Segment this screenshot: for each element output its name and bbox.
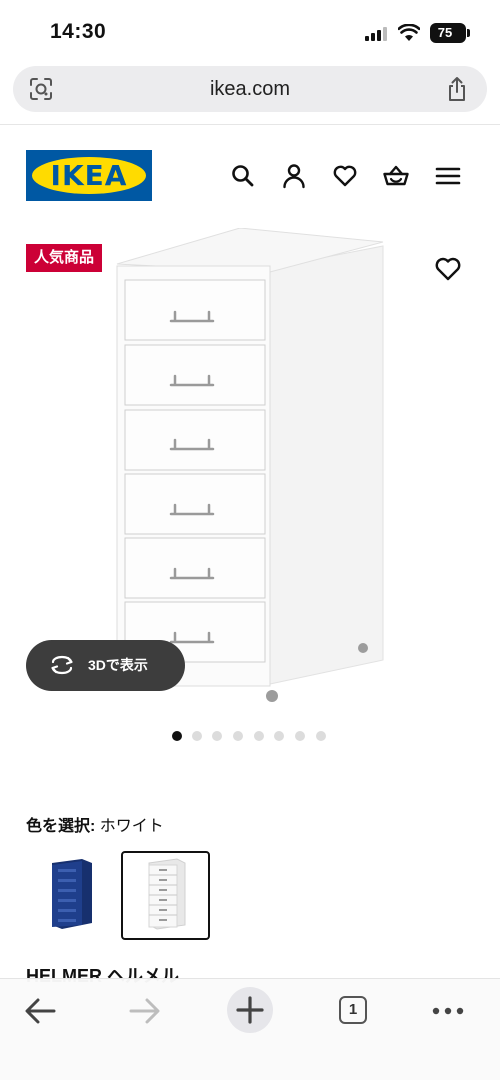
carousel-dot[interactable] xyxy=(316,731,326,741)
signal-icon xyxy=(365,27,387,41)
new-tab-button[interactable] xyxy=(227,987,273,1033)
color-label-prefix: 色を選択: xyxy=(26,818,96,835)
carousel-dot[interactable] xyxy=(274,731,284,741)
share-icon[interactable] xyxy=(445,76,469,102)
tabs-button[interactable]: 1 xyxy=(339,996,367,1024)
divider xyxy=(0,124,500,125)
status-bar: 14:30 75 xyxy=(0,0,500,62)
back-arrow-icon[interactable] xyxy=(18,989,62,1033)
carousel-dot[interactable] xyxy=(212,731,222,741)
carousel-dot[interactable] xyxy=(172,731,182,741)
battery-icon: 75 xyxy=(430,23,470,43)
carousel-dot[interactable] xyxy=(295,731,305,741)
menu-icon[interactable] xyxy=(435,163,461,189)
more-icon[interactable] xyxy=(426,989,470,1033)
ikea-logo[interactable]: IKEA xyxy=(26,150,152,201)
url-text[interactable]: ikea.com xyxy=(13,66,487,112)
browser-toolbar: 1 xyxy=(0,978,500,1080)
forward-arrow-icon[interactable] xyxy=(123,989,167,1033)
color-swatch-white[interactable] xyxy=(121,851,210,940)
carousel-dot[interactable] xyxy=(233,731,243,741)
wifi-icon xyxy=(398,24,420,41)
color-swatch-blue[interactable] xyxy=(26,851,115,940)
favorite-heart-icon[interactable] xyxy=(434,256,462,282)
popular-badge: 人気商品 xyxy=(26,244,103,272)
selected-color-name: ホワイト xyxy=(99,818,164,835)
status-time: 14:30 xyxy=(50,20,107,43)
color-selection-label: 色を選択: ホワイト xyxy=(26,812,164,836)
view-in-3d-label: 3Dで表示 xyxy=(88,657,148,673)
address-bar[interactable]: ikea.com xyxy=(13,66,487,112)
heart-icon[interactable] xyxy=(332,163,358,189)
user-icon[interactable] xyxy=(281,163,307,189)
product-image[interactable] xyxy=(115,228,390,708)
search-icon[interactable] xyxy=(230,163,256,189)
image-carousel-dots[interactable] xyxy=(172,731,332,743)
basket-icon[interactable] xyxy=(383,163,409,189)
new-tab-plus-icon xyxy=(236,996,264,1024)
view-in-3d-button[interactable]: 3Dで表示 xyxy=(26,640,185,691)
logo-text: IKEA xyxy=(50,159,128,192)
carousel-dot[interactable] xyxy=(192,731,202,741)
rotate-3d-icon xyxy=(51,655,73,675)
carousel-dot[interactable] xyxy=(254,731,264,741)
battery-level: 75 xyxy=(437,25,453,40)
